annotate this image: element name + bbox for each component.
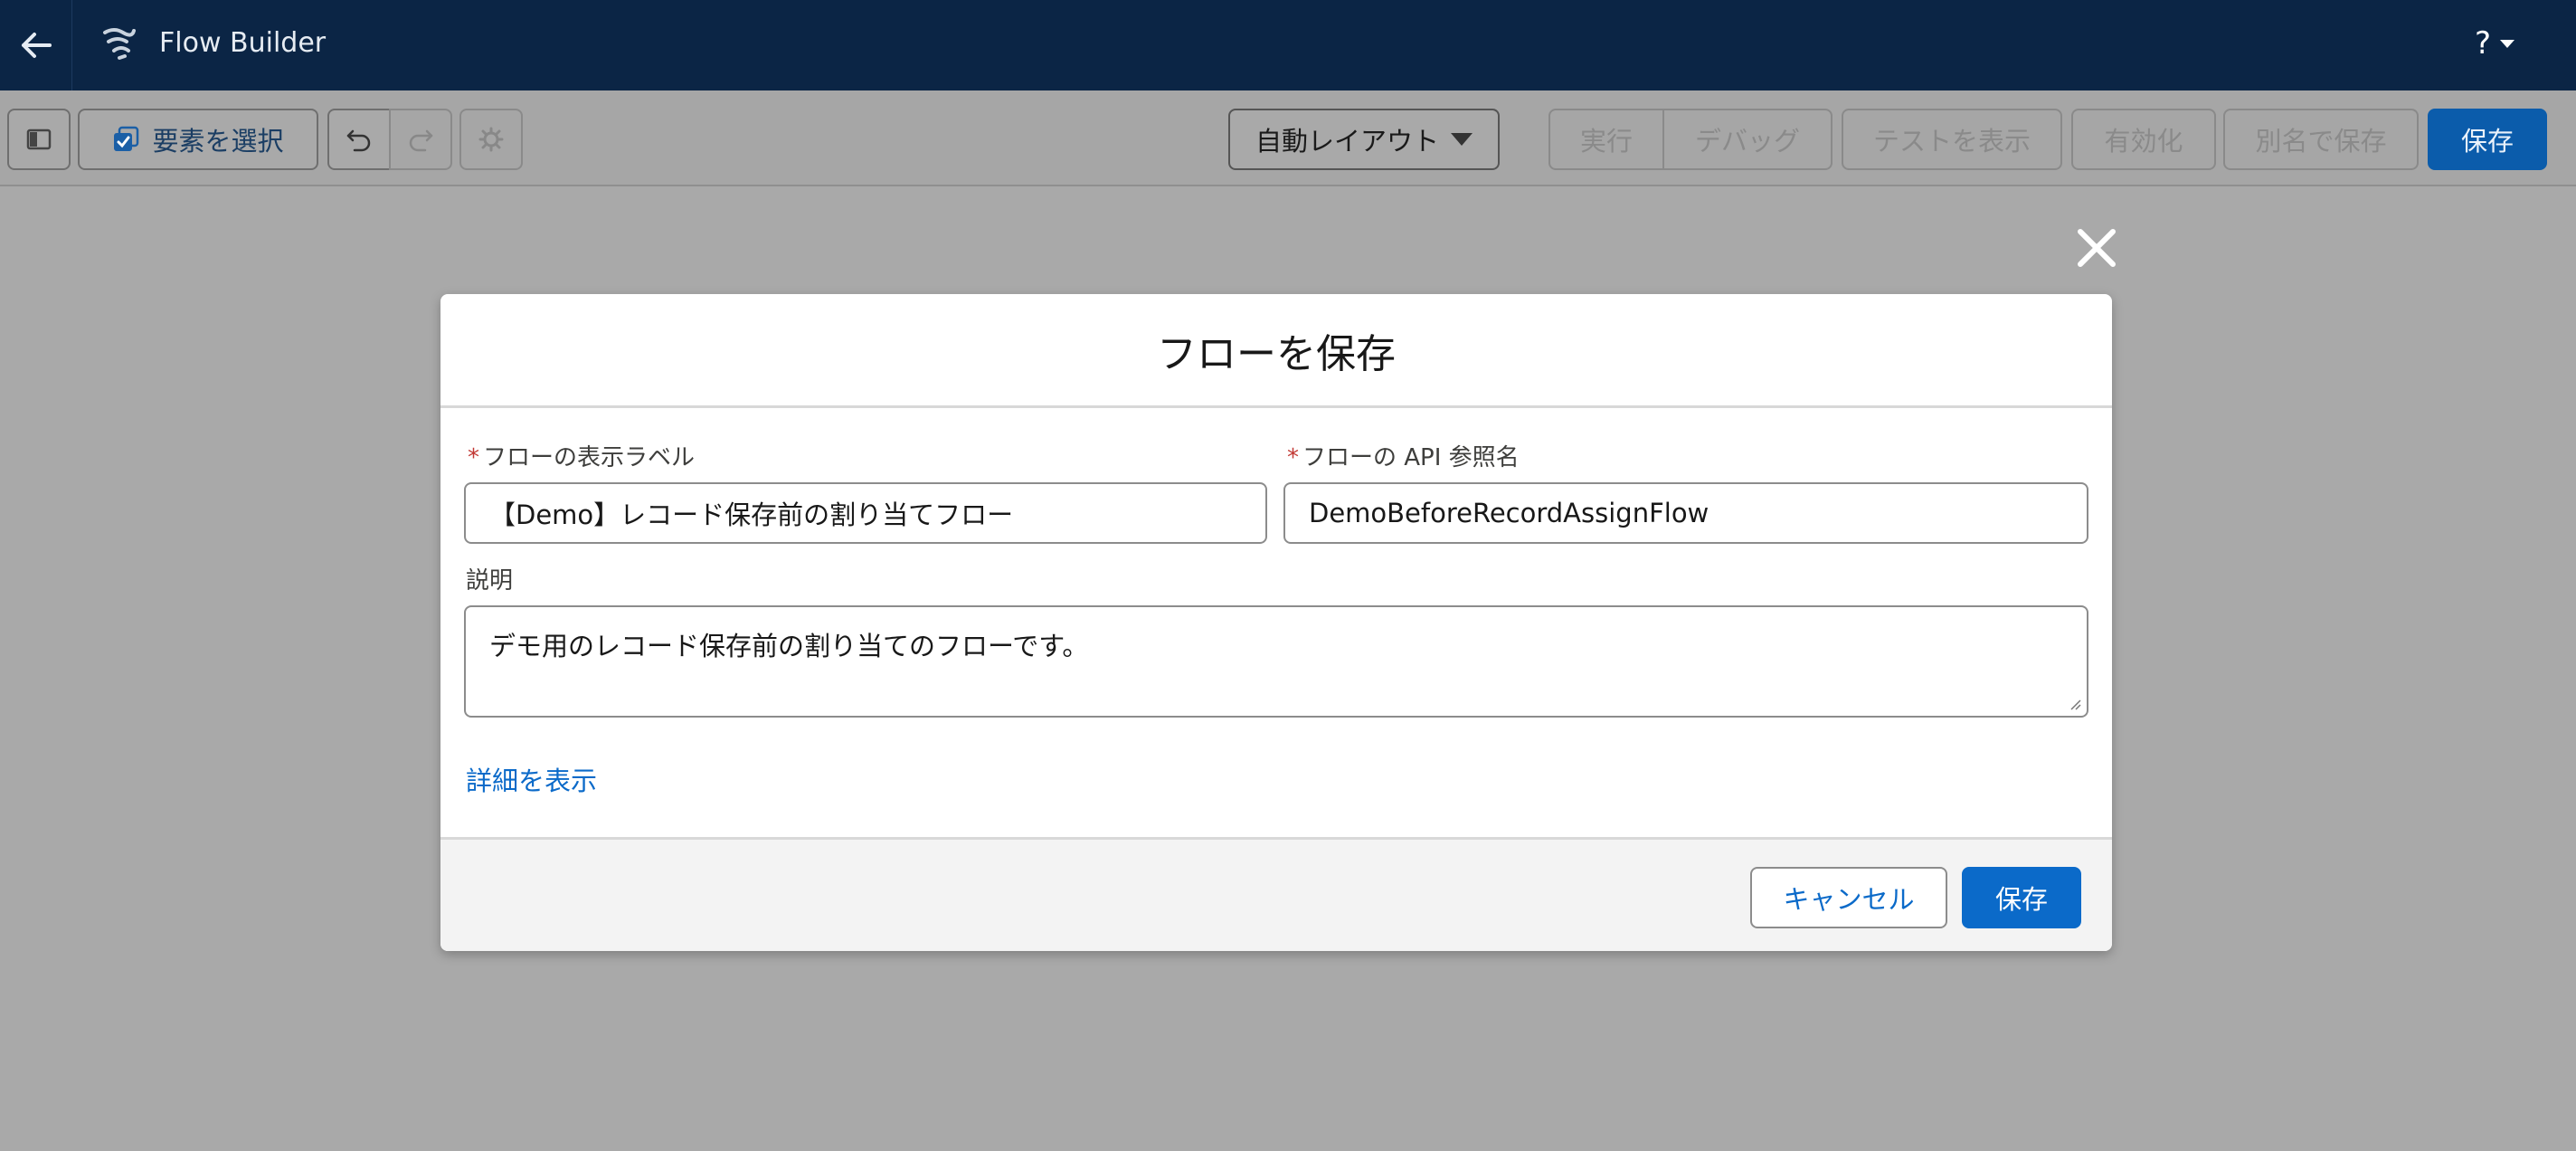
save-button[interactable]: 保存 <box>1962 867 2081 928</box>
debug-label: デバッグ <box>1694 126 1800 157</box>
activate-button[interactable]: 有効化 <box>2071 109 2216 170</box>
help-menu[interactable]: ? <box>2475 24 2515 63</box>
cancel-button[interactable]: キャンセル <box>1750 867 1947 928</box>
required-indicator: * <box>468 444 479 471</box>
toolbar-save-button[interactable]: 保存 <box>2428 109 2547 170</box>
redo-icon <box>409 129 433 152</box>
chevron-down-icon <box>1451 133 1473 146</box>
flow-label-input[interactable]: 【Demo】レコード保存前の割り当てフロー <box>464 482 1267 544</box>
description-value: デモ用のレコード保存前の割り当てのフローです。 <box>489 631 1089 661</box>
view-tests-button[interactable]: テストを表示 <box>1842 109 2062 170</box>
select-elements-label: 要素を選択 <box>152 126 284 157</box>
view-tests-label: テストを表示 <box>1872 126 2031 157</box>
chevron-down-icon <box>2500 39 2515 48</box>
close-icon[interactable] <box>2071 223 2122 273</box>
required-indicator: * <box>1287 444 1299 471</box>
show-details-link[interactable]: 詳細を表示 <box>466 763 597 799</box>
layout-select[interactable]: 自動レイアウト <box>1228 109 1500 170</box>
save-flow-modal: フローを保存 * フローの表示ラベル 【Demo】レコード保存前の割り当てフロー … <box>440 294 2112 951</box>
toggle-panel-button[interactable] <box>7 109 71 170</box>
save-as-label: 別名で保存 <box>2255 126 2387 157</box>
toolbar-save-label: 保存 <box>2460 126 2514 157</box>
select-elements-button[interactable]: 要素を選択 <box>78 109 318 170</box>
undo-icon <box>346 129 371 152</box>
flow-label-field-label: * フローの表示ラベル <box>468 444 696 471</box>
app-title: Flow Builder <box>159 27 327 59</box>
description-field-label: 説明 <box>466 567 514 595</box>
debug-button[interactable]: デバッグ <box>1662 109 1833 170</box>
run-label: 実行 <box>1579 126 1633 157</box>
flow-label-value: 【Demo】レコード保存前の割り当てフロー <box>489 499 1014 530</box>
modal-footer: キャンセル 保存 <box>440 837 2112 951</box>
cancel-label: キャンセル <box>1783 884 1915 915</box>
undo-button[interactable] <box>327 109 391 170</box>
activate-label: 有効化 <box>2104 126 2183 157</box>
run-button[interactable]: 実行 <box>1548 109 1664 170</box>
back-arrow-icon <box>21 33 52 58</box>
help-icon: ? <box>2475 25 2492 62</box>
resize-grip-icon[interactable] <box>2069 698 2081 710</box>
api-name-value: DemoBeforeRecordAssignFlow <box>1309 498 1709 528</box>
modal-header: フローを保存 <box>440 294 2112 408</box>
redo-button[interactable] <box>389 109 452 170</box>
modal-title: フローを保存 <box>1157 330 1396 377</box>
settings-gear-icon <box>478 127 504 152</box>
settings-button[interactable] <box>459 109 523 170</box>
description-textarea[interactable]: デモ用のレコード保存前の割り当てのフローです。 <box>464 605 2088 718</box>
toolbar: 要素を選択 自動レイアウト 実行 デバッグ テストを表示 有効化 別名で保存 保… <box>0 90 2576 186</box>
layout-select-label: 自動レイアウト <box>1255 126 1440 157</box>
app-header: Flow Builder ? <box>0 0 2576 90</box>
api-name-field-label: * フローの API 参照名 <box>1287 444 1520 471</box>
save-as-button[interactable]: 別名で保存 <box>2223 109 2419 170</box>
flow-builder-icon <box>103 28 136 60</box>
toggle-panel-icon <box>26 128 52 150</box>
api-name-input[interactable]: DemoBeforeRecordAssignFlow <box>1283 482 2088 544</box>
save-label: 保存 <box>1994 884 2048 915</box>
select-elements-icon <box>114 126 139 151</box>
back-button[interactable] <box>0 0 72 90</box>
